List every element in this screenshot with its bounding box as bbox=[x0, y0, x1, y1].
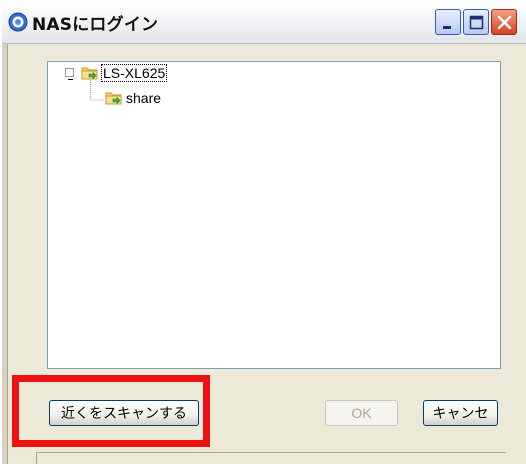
network-folder-icon bbox=[81, 67, 98, 80]
window-title: NASにログイン bbox=[32, 15, 159, 35]
minimize-button[interactable] bbox=[435, 9, 461, 35]
maximize-icon bbox=[469, 15, 484, 30]
tree-item-ls-xl625[interactable]: LS-XL625 bbox=[81, 64, 168, 82]
status-bar-notch bbox=[36, 452, 37, 464]
tree-connector-lines bbox=[90, 80, 104, 101]
tree-item-label: LS-XL625 bbox=[100, 64, 168, 82]
minimize-icon bbox=[443, 26, 451, 29]
tree-item-share[interactable]: share bbox=[105, 89, 161, 107]
status-bar-divider bbox=[36, 452, 506, 453]
close-button[interactable] bbox=[491, 9, 517, 35]
tree-collapse-toggle[interactable] bbox=[65, 68, 74, 80]
maximize-button[interactable] bbox=[463, 9, 489, 35]
highlight-annotation-box bbox=[12, 375, 210, 447]
cancel-button[interactable]: キャンセ bbox=[423, 400, 498, 426]
ok-button[interactable]: OK bbox=[325, 400, 398, 426]
app-icon bbox=[8, 12, 28, 32]
tree-item-label: share bbox=[126, 90, 162, 106]
nas-tree-view[interactable]: LS-XL625 share bbox=[47, 61, 501, 369]
title-bar[interactable]: NASにログイン bbox=[2, 0, 526, 44]
window-left-frame bbox=[2, 44, 8, 464]
minus-icon bbox=[68, 79, 73, 80]
login-dialog: NASにログイン LS-XL625 share 近くをスキャンする OK キャン… bbox=[2, 0, 526, 464]
close-icon bbox=[497, 15, 512, 30]
network-folder-icon bbox=[105, 92, 122, 105]
